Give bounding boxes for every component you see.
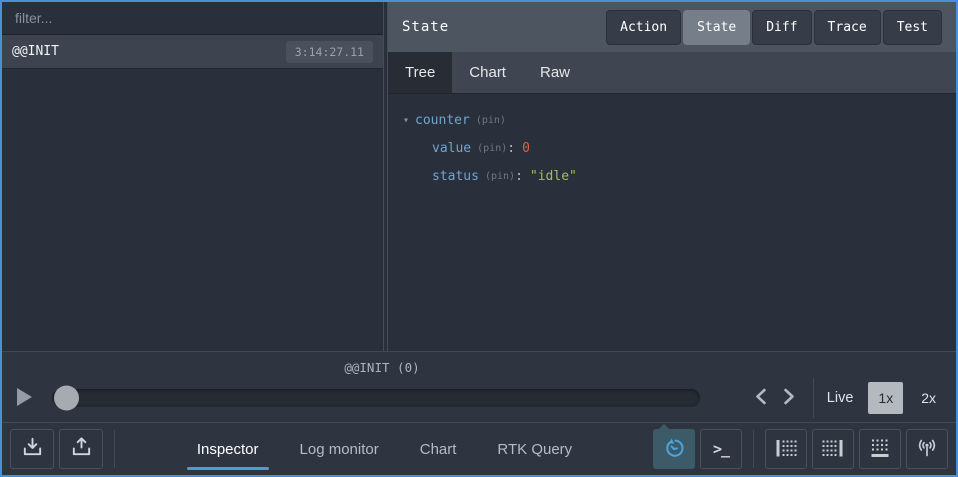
redux-devtools-window: @@INIT 3:14:27.11 State Action State Dif… — [0, 0, 958, 477]
stopwatch-icon — [662, 436, 686, 463]
broadcast-icon — [915, 436, 939, 463]
tab-chart[interactable]: Chart — [418, 435, 459, 464]
remote-button[interactable] — [906, 429, 948, 469]
toolbar-divider — [753, 430, 754, 468]
playback-divider — [813, 378, 814, 418]
playback-controls: Live 1x 2x — [712, 378, 946, 418]
terminal-button[interactable]: >_ — [700, 429, 742, 469]
key-value-separator: : — [507, 141, 515, 156]
play-icon — [16, 387, 33, 410]
timeline-slider[interactable] — [52, 389, 700, 407]
tab-rtk-query[interactable]: RTK Query — [495, 435, 574, 464]
export-upload-icon — [70, 436, 93, 462]
action-timestamp-badge: 3:14:27.11 — [286, 41, 373, 63]
tab-state[interactable]: State — [683, 10, 750, 45]
tree-key-value[interactable]: value — [432, 141, 471, 156]
tab-test[interactable]: Test — [883, 10, 942, 45]
tab-trace[interactable]: Trace — [814, 10, 881, 45]
tree-value-number: 0 — [522, 141, 530, 156]
panel-title: State — [402, 19, 449, 35]
speed-2x-button[interactable]: 2x — [911, 382, 946, 414]
action-list-panel: @@INIT 3:14:27.11 — [2, 2, 383, 351]
tree-node-counter[interactable]: ▾ counter (pin) — [403, 106, 950, 134]
play-button[interactable] — [16, 387, 52, 410]
dock-left-button[interactable] — [765, 429, 807, 469]
filter-input[interactable] — [2, 2, 383, 35]
playback-bar: @@INIT (0) Live 1x 2x — [2, 351, 956, 422]
tab-action[interactable]: Action — [606, 10, 681, 45]
main-split: @@INIT 3:14:27.11 State Action State Dif… — [2, 2, 956, 351]
viewtab-chart[interactable]: Chart — [452, 52, 523, 93]
tree-node-value[interactable]: value (pin) : 0 — [403, 134, 950, 162]
pin-link[interactable]: (pin) — [477, 143, 507, 154]
tree-key-status[interactable]: status — [432, 169, 479, 184]
state-panel: State Action State Diff Trace Test Tree … — [388, 2, 956, 351]
view-tab-bar: Tree Chart Raw — [388, 52, 956, 94]
import-button[interactable] — [10, 429, 54, 469]
monitor-tabs: Inspector Log monitor Chart RTK Query — [121, 435, 648, 464]
slider-thumb[interactable] — [54, 386, 79, 411]
tab-inspector[interactable]: Inspector — [195, 435, 261, 464]
inspector-tab-group: Action State Diff Trace Test — [606, 10, 942, 45]
import-download-icon — [21, 436, 44, 462]
viewtab-tree[interactable]: Tree — [388, 52, 452, 93]
chevron-left-icon — [755, 388, 767, 408]
tree-node-status[interactable]: status (pin) : "idle" — [403, 162, 950, 190]
dock-bottom-icon — [868, 436, 892, 463]
viewtab-raw[interactable]: Raw — [523, 52, 587, 93]
tree-value-string: "idle" — [530, 169, 577, 184]
tree-key-counter[interactable]: counter — [415, 113, 470, 128]
action-name: @@INIT — [12, 44, 59, 59]
speed-1x-button[interactable]: 1x — [868, 382, 903, 414]
action-list-item-init[interactable]: @@INIT 3:14:27.11 — [2, 35, 383, 69]
dock-bottom-button[interactable] — [859, 429, 901, 469]
playback-position-label: @@INIT (0) — [52, 360, 712, 375]
dock-right-icon — [821, 436, 845, 463]
dock-left-icon — [774, 436, 798, 463]
export-button[interactable] — [59, 429, 103, 469]
action-list: @@INIT 3:14:27.11 — [2, 35, 383, 351]
toolbar-divider — [114, 430, 115, 468]
live-button[interactable]: Live — [827, 390, 854, 406]
pin-link[interactable]: (pin) — [476, 115, 506, 126]
dock-right-button[interactable] — [812, 429, 854, 469]
pin-link[interactable]: (pin) — [485, 171, 515, 182]
collapse-arrow-icon[interactable]: ▾ — [403, 115, 409, 126]
step-forward-button[interactable] — [775, 384, 803, 412]
terminal-icon: >_ — [713, 440, 729, 458]
pause-recording-button[interactable] — [653, 429, 695, 469]
state-tree-view: ▾ counter (pin) value (pin) : 0 status (… — [388, 94, 956, 351]
bottom-toolbar: Inspector Log monitor Chart RTK Query >_ — [2, 422, 956, 475]
tab-log-monitor[interactable]: Log monitor — [298, 435, 381, 464]
chevron-right-icon — [783, 388, 795, 408]
key-value-separator: : — [515, 169, 523, 184]
tab-diff[interactable]: Diff — [752, 10, 811, 45]
step-back-button[interactable] — [747, 384, 775, 412]
state-panel-header: State Action State Diff Trace Test — [388, 2, 956, 52]
